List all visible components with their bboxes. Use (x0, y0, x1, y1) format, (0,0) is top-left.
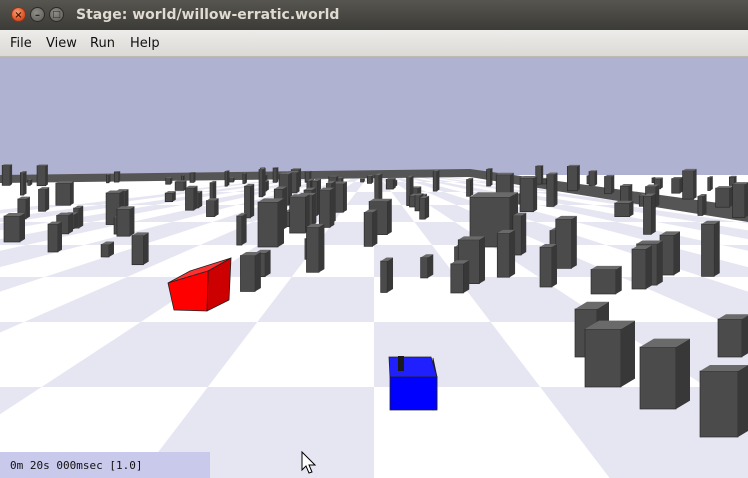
obstacle-box (643, 193, 656, 235)
obstacle-box (189, 171, 196, 183)
obstacle-box (363, 209, 378, 247)
obstacle-box (717, 314, 748, 358)
minimize-window-button[interactable]: – (30, 7, 45, 22)
obstacle-box (174, 180, 187, 191)
maximize-window-button[interactable]: □ (49, 7, 64, 22)
obstacle-box (131, 232, 149, 266)
scene-canvas[interactable] (0, 57, 748, 478)
close-icon: × (14, 10, 23, 21)
obstacle-box (420, 254, 434, 279)
obstacle-box (3, 213, 25, 243)
obstacle-box (240, 252, 261, 292)
obstacle-box (519, 175, 538, 213)
obstacle-box (244, 183, 255, 219)
obstacle-box (206, 198, 219, 217)
blue-robot-front (389, 376, 438, 411)
obstacle-box (682, 168, 697, 200)
obstacle-box (732, 182, 748, 219)
obstacle-box (639, 338, 690, 410)
maximize-icon: □ (52, 10, 61, 20)
menu-file[interactable]: File (10, 30, 32, 57)
obstacle-box (590, 265, 622, 295)
obstacle-box (380, 257, 394, 293)
obstacle-box (165, 177, 173, 185)
menu-help[interactable]: Help (130, 30, 160, 57)
obstacle-box (699, 365, 748, 438)
title-bar[interactable]: × – □ Stage: world/willow-erratic.world (0, 0, 748, 30)
obstacle-box (566, 164, 580, 192)
obstacle-box (539, 244, 557, 288)
obstacle-box (715, 186, 733, 208)
obstacle-box (588, 170, 598, 186)
obstacle-box (450, 260, 470, 294)
obstacle-box (604, 174, 615, 195)
blue-robot-top (388, 356, 438, 378)
blue-robot-sensor (398, 356, 404, 371)
obstacle-box (546, 172, 558, 207)
obstacle-box (306, 223, 325, 273)
obstacle-box (116, 206, 135, 237)
obstacle-box (614, 200, 634, 217)
obstacle-box (631, 245, 652, 290)
menu-bar: File View Run Help (0, 30, 748, 57)
obstacle-box (584, 320, 635, 388)
obstacle-box (671, 177, 683, 194)
obstacle-box (1, 164, 13, 186)
obstacle-box (257, 198, 284, 248)
obstacle-box (47, 221, 62, 253)
obstacle-box (258, 167, 266, 198)
obstacle-box (242, 172, 247, 184)
obstacle-box (106, 173, 111, 184)
stage-window: × – □ Stage: world/willow-erratic.world … (0, 0, 748, 478)
obstacle-box (272, 167, 279, 183)
obstacle-box (367, 175, 374, 184)
obstacle-box (224, 170, 230, 187)
obstacle-box (697, 194, 707, 216)
menu-run[interactable]: Run (90, 30, 115, 57)
obstacle-box (38, 187, 50, 212)
obstacle-box (701, 220, 720, 277)
obstacle-box (20, 170, 27, 196)
obstacle-box (466, 177, 474, 197)
obstacle-box (318, 187, 335, 228)
obstacle-box (707, 176, 713, 191)
minimize-icon: – (35, 10, 40, 21)
obstacle-box (164, 191, 176, 203)
obstacle-box (486, 168, 493, 187)
obstacle-box (360, 178, 365, 183)
obstacle-box (496, 229, 516, 278)
obstacle-box (36, 164, 48, 187)
blue-robot[interactable] (388, 356, 438, 411)
obstacle-box (100, 241, 114, 258)
obstacle-box (27, 178, 33, 186)
obstacle-box (385, 177, 396, 190)
obstacle-box (659, 231, 680, 276)
simulation-clock: 0m 20s 000msec [1.0] (10, 459, 143, 472)
obstacle-box (228, 177, 235, 183)
obstacle-box (419, 195, 430, 220)
close-window-button[interactable]: × (11, 7, 26, 22)
obstacle-box (432, 169, 440, 192)
obstacle-box (555, 215, 577, 269)
obstacle-box (55, 181, 74, 206)
simulation-viewport[interactable] (0, 57, 748, 478)
window-title: Stage: world/willow-erratic.world (76, 7, 340, 23)
obstacle-box (236, 213, 247, 246)
obstacle-box (113, 171, 121, 183)
obstacle-box (209, 180, 217, 202)
status-bar: 0m 20s 000msec [1.0] (0, 452, 210, 478)
sky (0, 57, 748, 175)
menu-view[interactable]: View (46, 30, 77, 57)
obstacle-box (185, 185, 198, 211)
